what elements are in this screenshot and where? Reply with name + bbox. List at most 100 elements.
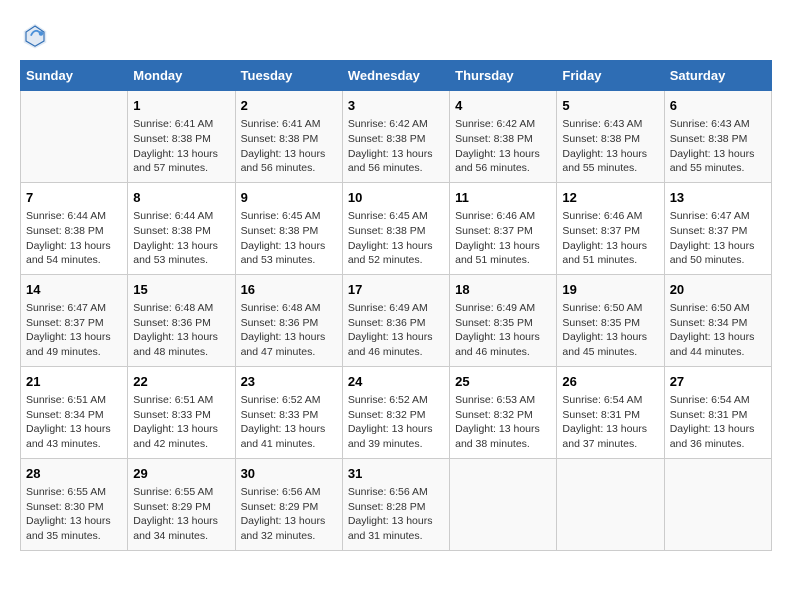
cell-content: Sunrise: 6:51 AM Sunset: 8:34 PM Dayligh… — [26, 393, 122, 452]
cell-content: Sunrise: 6:47 AM Sunset: 8:37 PM Dayligh… — [670, 209, 766, 268]
day-number: 9 — [241, 189, 337, 207]
calendar-cell: 9 Sunrise: 6:45 AM Sunset: 8:38 PM Daylig… — [235, 182, 342, 274]
day-number: 25 — [455, 373, 551, 391]
calendar-cell — [21, 91, 128, 183]
calendar-cell: 25Sunrise: 6:53 AM Sunset: 8:32 PM Dayli… — [450, 366, 557, 458]
cell-content: Sunrise: 6:47 AM Sunset: 8:37 PM Dayligh… — [26, 301, 122, 360]
day-number: 1 — [133, 97, 229, 115]
calendar-week-5: 28 Sunrise: 6:55 AM Sunset: 8:30 PM Dayli… — [21, 458, 772, 550]
calendar-cell: 20 Sunrise: 6:50 AM Sunset: 8:34 PM Dayli… — [664, 274, 771, 366]
calendar-table: SundayMondayTuesdayWednesdayThursdayFrid… — [20, 60, 772, 551]
cell-content: Sunrise: 6:50 AM Sunset: 8:34 PM Dayligh… — [670, 301, 766, 360]
calendar-cell: 2Sunrise: 6:41 AM Sunset: 8:38 PM Daylig… — [235, 91, 342, 183]
calendar-cell: 19 Sunrise: 6:50 AM Sunset: 8:35 PM Dayli… — [557, 274, 664, 366]
day-number: 5 — [562, 97, 658, 115]
calendar-cell: 21Sunrise: 6:51 AM Sunset: 8:34 PM Dayli… — [21, 366, 128, 458]
day-number: 28 — [26, 465, 122, 483]
cell-content: Sunrise: 6:54 AM Sunset: 8:31 PM Dayligh… — [562, 393, 658, 452]
calendar-cell: 10 Sunrise: 6:45 AM Sunset: 8:38 PM Dayli… — [342, 182, 449, 274]
cell-content: Sunrise: 6:48 AM Sunset: 8:36 PM Dayligh… — [133, 301, 229, 360]
calendar-cell: 8Sunrise: 6:44 AM Sunset: 8:38 PM Daylig… — [128, 182, 235, 274]
day-number: 11 — [455, 189, 551, 207]
day-number: 4 — [455, 97, 551, 115]
calendar-cell: 14Sunrise: 6:47 AM Sunset: 8:37 PM Dayli… — [21, 274, 128, 366]
day-number: 27 — [670, 373, 766, 391]
calendar-cell: 17 Sunrise: 6:49 AM Sunset: 8:36 PM Dayli… — [342, 274, 449, 366]
cell-content: Sunrise: 6:56 AM Sunset: 8:28 PM Dayligh… — [348, 485, 444, 544]
cell-content: Sunrise: 6:50 AM Sunset: 8:35 PM Dayligh… — [562, 301, 658, 360]
col-header-monday: Monday — [128, 61, 235, 91]
cell-content: Sunrise: 6:52 AM Sunset: 8:33 PM Dayligh… — [241, 393, 337, 452]
calendar-cell: 16 Sunrise: 6:48 AM Sunset: 8:36 PM Dayli… — [235, 274, 342, 366]
cell-content: Sunrise: 6:46 AM Sunset: 8:37 PM Dayligh… — [562, 209, 658, 268]
day-number: 29 — [133, 465, 229, 483]
day-number: 12 — [562, 189, 658, 207]
calendar-cell: 6 Sunrise: 6:43 AM Sunset: 8:38 PM Daylig… — [664, 91, 771, 183]
day-number: 19 — [562, 281, 658, 299]
calendar-cell — [450, 458, 557, 550]
col-header-sunday: Sunday — [21, 61, 128, 91]
day-number: 23 — [241, 373, 337, 391]
day-number: 16 — [241, 281, 337, 299]
day-number: 6 — [670, 97, 766, 115]
day-number: 15 — [133, 281, 229, 299]
calendar-cell: 18Sunrise: 6:49 AM Sunset: 8:35 PM Dayli… — [450, 274, 557, 366]
cell-content: Sunrise: 6:45 AM Sunset: 8:38 PM Dayligh… — [241, 209, 337, 268]
logo-icon — [20, 20, 50, 50]
cell-content: Sunrise: 6:43 AM Sunset: 8:38 PM Dayligh… — [670, 117, 766, 176]
calendar-cell: 12 Sunrise: 6:46 AM Sunset: 8:37 PM Dayli… — [557, 182, 664, 274]
cell-content: Sunrise: 6:55 AM Sunset: 8:29 PM Dayligh… — [133, 485, 229, 544]
day-number: 7 — [26, 189, 122, 207]
col-header-tuesday: Tuesday — [235, 61, 342, 91]
col-header-wednesday: Wednesday — [342, 61, 449, 91]
cell-content: Sunrise: 6:45 AM Sunset: 8:38 PM Dayligh… — [348, 209, 444, 268]
calendar-cell: 13 Sunrise: 6:47 AM Sunset: 8:37 PM Dayli… — [664, 182, 771, 274]
calendar-cell: 3Sunrise: 6:42 AM Sunset: 8:38 PM Daylig… — [342, 91, 449, 183]
col-header-saturday: Saturday — [664, 61, 771, 91]
cell-content: Sunrise: 6:44 AM Sunset: 8:38 PM Dayligh… — [26, 209, 122, 268]
header — [20, 20, 772, 50]
calendar-cell: 1 Sunrise: 6:41 AM Sunset: 8:38 PM Daylig… — [128, 91, 235, 183]
calendar-week-2: 7 Sunrise: 6:44 AM Sunset: 8:38 PM Daylig… — [21, 182, 772, 274]
cell-content: Sunrise: 6:46 AM Sunset: 8:37 PM Dayligh… — [455, 209, 551, 268]
calendar-cell: 15 Sunrise: 6:48 AM Sunset: 8:36 PM Dayli… — [128, 274, 235, 366]
cell-content: Sunrise: 6:41 AM Sunset: 8:38 PM Dayligh… — [133, 117, 229, 176]
calendar-cell: 26 Sunrise: 6:54 AM Sunset: 8:31 PM Dayli… — [557, 366, 664, 458]
cell-content: Sunrise: 6:56 AM Sunset: 8:29 PM Dayligh… — [241, 485, 337, 544]
cell-content: Sunrise: 6:49 AM Sunset: 8:35 PM Dayligh… — [455, 301, 551, 360]
calendar-cell: 7 Sunrise: 6:44 AM Sunset: 8:38 PM Daylig… — [21, 182, 128, 274]
day-number: 22 — [133, 373, 229, 391]
calendar-cell: 5Sunrise: 6:43 AM Sunset: 8:38 PM Daylig… — [557, 91, 664, 183]
cell-content: Sunrise: 6:49 AM Sunset: 8:36 PM Dayligh… — [348, 301, 444, 360]
calendar-cell: 27 Sunrise: 6:54 AM Sunset: 8:31 PM Dayli… — [664, 366, 771, 458]
calendar-cell: 4 Sunrise: 6:42 AM Sunset: 8:38 PM Daylig… — [450, 91, 557, 183]
day-number: 26 — [562, 373, 658, 391]
calendar-cell: 11 Sunrise: 6:46 AM Sunset: 8:37 PM Dayli… — [450, 182, 557, 274]
day-number: 8 — [133, 189, 229, 207]
cell-content: Sunrise: 6:51 AM Sunset: 8:33 PM Dayligh… — [133, 393, 229, 452]
calendar-cell: 31 Sunrise: 6:56 AM Sunset: 8:28 PM Dayli… — [342, 458, 449, 550]
day-number: 30 — [241, 465, 337, 483]
calendar-cell: 29 Sunrise: 6:55 AM Sunset: 8:29 PM Dayli… — [128, 458, 235, 550]
logo — [20, 20, 54, 50]
day-number: 10 — [348, 189, 444, 207]
calendar-cell: 24 Sunrise: 6:52 AM Sunset: 8:32 PM Dayli… — [342, 366, 449, 458]
calendar-week-3: 14Sunrise: 6:47 AM Sunset: 8:37 PM Dayli… — [21, 274, 772, 366]
cell-content: Sunrise: 6:48 AM Sunset: 8:36 PM Dayligh… — [241, 301, 337, 360]
day-number: 31 — [348, 465, 444, 483]
cell-content: Sunrise: 6:52 AM Sunset: 8:32 PM Dayligh… — [348, 393, 444, 452]
calendar-week-4: 21Sunrise: 6:51 AM Sunset: 8:34 PM Dayli… — [21, 366, 772, 458]
day-number: 13 — [670, 189, 766, 207]
day-number: 17 — [348, 281, 444, 299]
calendar-cell: 22 Sunrise: 6:51 AM Sunset: 8:33 PM Dayli… — [128, 366, 235, 458]
cell-content: Sunrise: 6:42 AM Sunset: 8:38 PM Dayligh… — [348, 117, 444, 176]
day-number: 2 — [241, 97, 337, 115]
day-number: 24 — [348, 373, 444, 391]
cell-content: Sunrise: 6:54 AM Sunset: 8:31 PM Dayligh… — [670, 393, 766, 452]
calendar-cell: 23 Sunrise: 6:52 AM Sunset: 8:33 PM Dayli… — [235, 366, 342, 458]
day-number: 20 — [670, 281, 766, 299]
col-header-thursday: Thursday — [450, 61, 557, 91]
cell-content: Sunrise: 6:55 AM Sunset: 8:30 PM Dayligh… — [26, 485, 122, 544]
cell-content: Sunrise: 6:42 AM Sunset: 8:38 PM Dayligh… — [455, 117, 551, 176]
calendar-week-1: 1 Sunrise: 6:41 AM Sunset: 8:38 PM Daylig… — [21, 91, 772, 183]
